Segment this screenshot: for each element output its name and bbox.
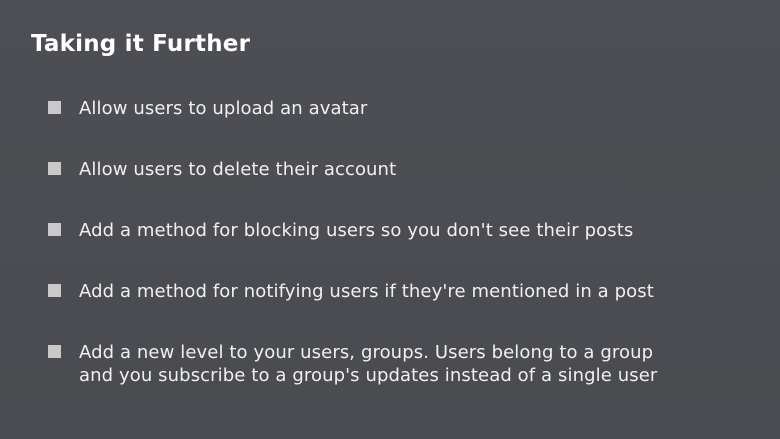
bullet-item: Add a new level to your users, groups. U…: [48, 341, 657, 387]
bullet-line: and you subscribe to a group's updates i…: [79, 365, 658, 386]
bullet-line: Add a method for blocking users so you d…: [79, 220, 634, 241]
bullet-line: Add a method for notifying users if they…: [79, 281, 654, 302]
bullet-item: Add a method for notifying users if they…: [48, 280, 654, 303]
bullet-text: Add a method for blocking users so you d…: [79, 219, 633, 242]
square-bullet-icon: [48, 162, 61, 175]
bullet-line: Allow users to delete their account: [79, 159, 397, 180]
bullet-item: Allow users to upload an avatar: [48, 97, 367, 120]
bullet-text: Add a new level to your users, groups. U…: [79, 341, 657, 387]
slide: Taking it Further Allow users to upload …: [0, 0, 780, 439]
square-bullet-icon: [48, 284, 61, 297]
bullet-item: Add a method for blocking users so you d…: [48, 219, 633, 242]
square-bullet-icon: [48, 101, 61, 114]
square-bullet-icon: [48, 345, 61, 358]
bullet-line: Allow users to upload an avatar: [79, 98, 368, 119]
bullet-item: Allow users to delete their account: [48, 158, 396, 181]
bullet-text: Allow users to upload an avatar: [79, 97, 367, 120]
square-bullet-icon: [48, 223, 61, 236]
slide-title: Taking it Further: [31, 31, 251, 57]
bullet-text: Add a method for notifying users if they…: [79, 280, 654, 303]
bullet-text: Allow users to delete their account: [79, 158, 396, 181]
bullet-line: Add a new level to your users, groups. U…: [79, 342, 654, 363]
